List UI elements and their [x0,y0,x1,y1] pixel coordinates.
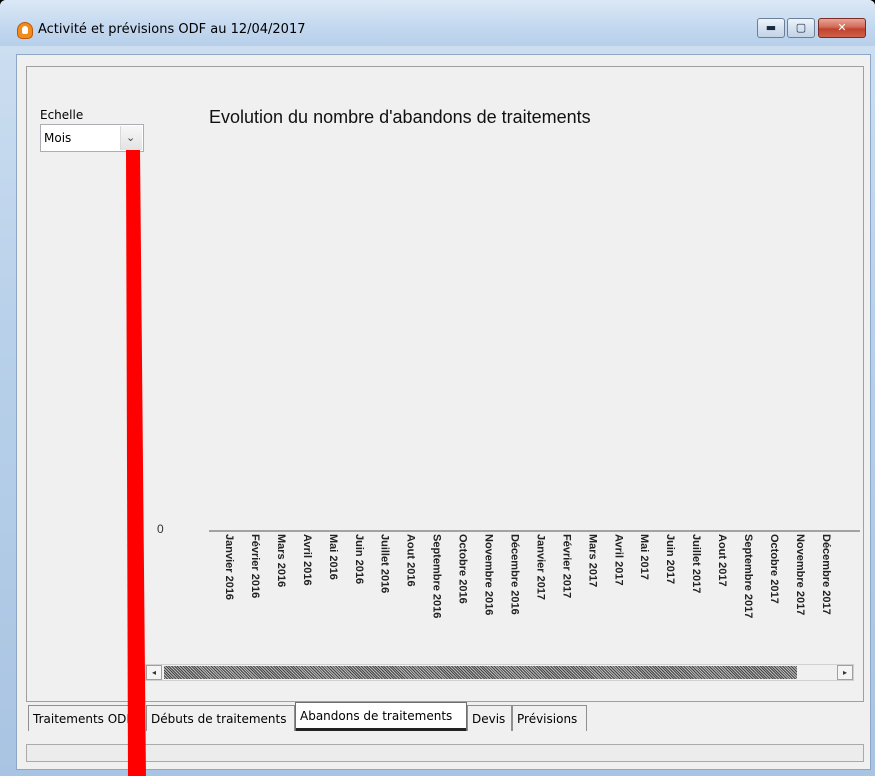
tab-previsions[interactable]: Prévisions [512,705,587,731]
x-tick-label: Décembre 2017 [820,534,832,615]
x-tick-label: Mars 2016 [275,534,287,587]
arrow-right-icon: ▸ [842,668,847,677]
status-bar [26,744,864,762]
red-pointer-shape [126,150,146,776]
x-tick-label: Aout 2016 [405,534,417,587]
scrollbar-track[interactable] [164,666,797,679]
x-tick-label: Février 2017 [560,534,572,598]
tab-label: Traitements ODF [33,712,134,726]
tab-label: Prévisions [517,712,578,726]
x-tick-label: Septembre 2016 [431,534,443,618]
x-tick-label: Juin 2016 [353,534,365,584]
annotation-arrow [126,150,146,776]
x-tick-label: Janvier 2016 [223,534,235,600]
x-tick-label: Juillet 2017 [690,534,702,593]
x-tick-label: Novembre 2017 [794,534,806,615]
horizontal-scrollbar[interactable]: ◂ ▸ [145,664,854,681]
arrow-left-icon: ◂ [151,668,156,677]
x-tick-label: Décembre 2016 [508,534,520,615]
x-tick-label: Mai 2016 [327,534,339,580]
x-tick-label: Avril 2016 [301,534,313,586]
app-window: Activité et prévisions ODF au 12/04/2017… [0,0,875,776]
x-tick-label: Mars 2017 [586,534,598,587]
tab-label: Devis [472,712,506,726]
x-tick-label: Février 2016 [249,534,261,598]
x-tick-label: Octobre 2017 [768,534,780,604]
x-tick-label: Avril 2017 [612,534,624,586]
tab-label: Abandons de traitements [300,709,453,723]
x-tick-label: Septembre 2017 [742,534,754,618]
x-tick-label: Novembre 2016 [483,534,495,615]
x-tick-label: Mai 2017 [638,534,650,580]
tab-label: Débuts de traitements [151,712,287,726]
tab-abandons-traitements[interactable]: Abandons de traitements [295,702,467,731]
tab-debuts-traitements[interactable]: Débuts de traitements [146,705,295,731]
scroll-right-button[interactable]: ▸ [837,665,853,680]
x-tick-label: Janvier 2017 [534,534,546,600]
x-tick-label: Octobre 2016 [457,534,469,604]
tab-devis[interactable]: Devis [467,705,512,731]
x-tick-label: Juin 2017 [664,534,676,584]
x-tick-label: Aout 2017 [716,534,728,587]
x-tick-label: Juillet 2016 [379,534,391,593]
